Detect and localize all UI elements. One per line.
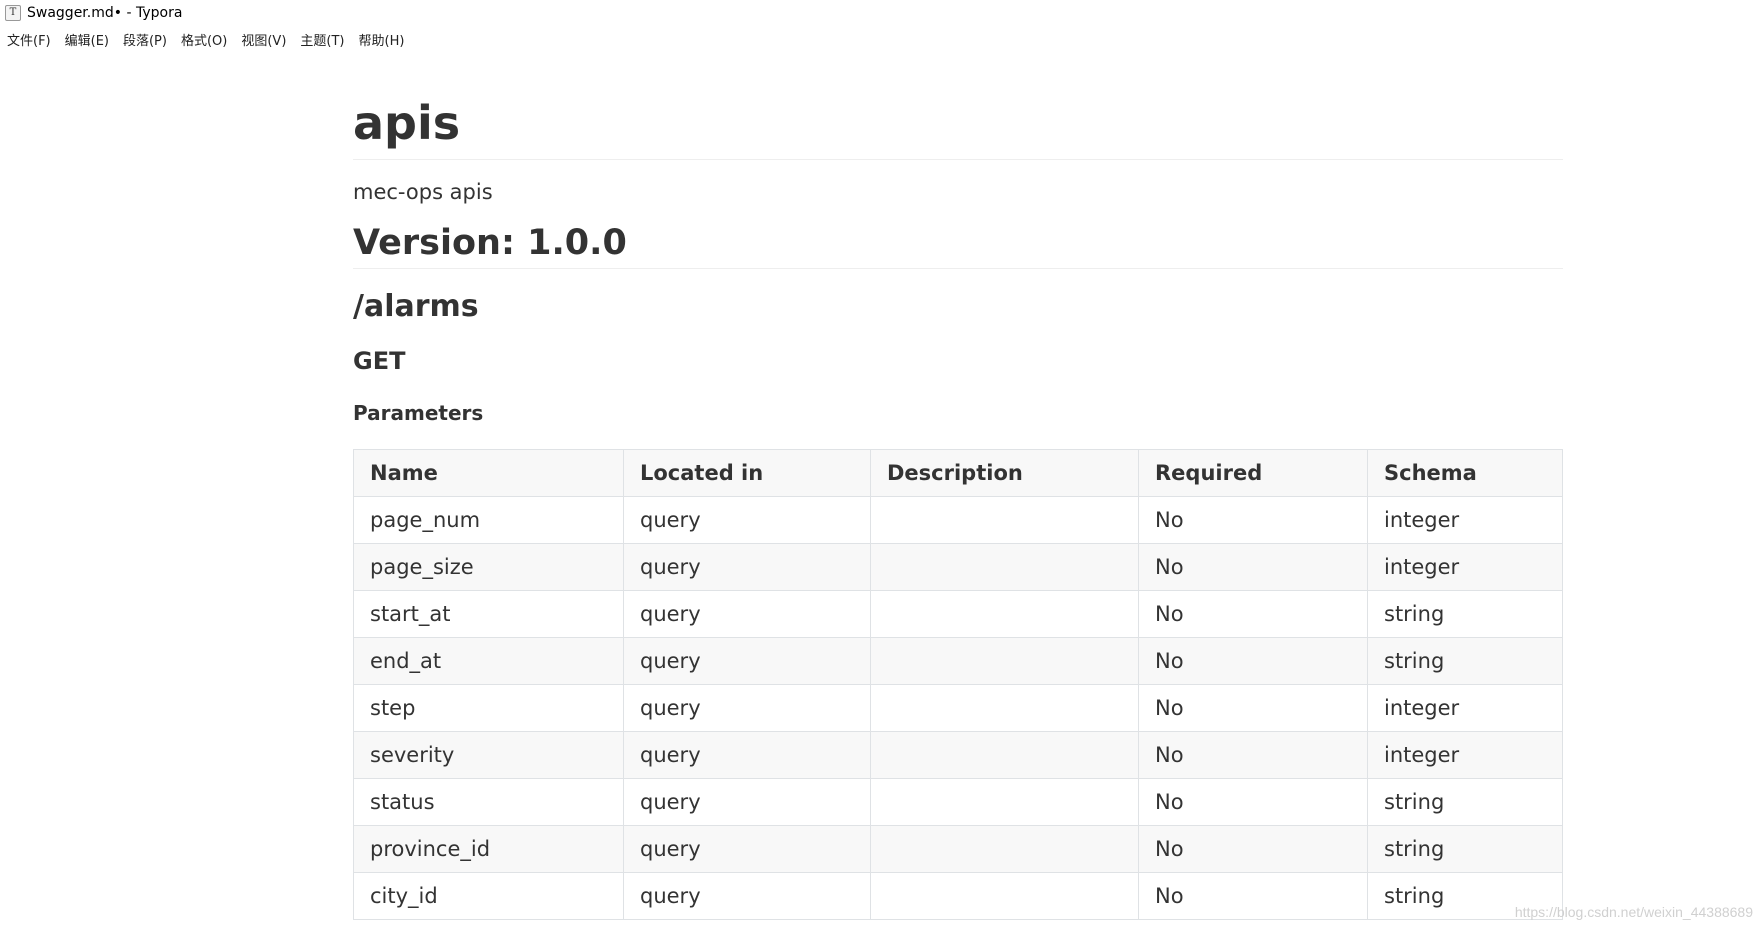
menu-paragraph[interactable]: 段落(P) [116,30,174,49]
cell-schema[interactable]: integer [1367,730,1563,779]
cell-description[interactable] [870,542,1139,591]
title-bar: T Swagger.md• - Typora [0,0,1755,26]
table-row: city_id query No string [353,871,1563,920]
cell-name[interactable]: province_id [353,824,624,873]
header-description[interactable]: Description [870,448,1139,497]
cell-schema[interactable]: string [1367,777,1563,826]
menu-format[interactable]: 格式(O) [174,30,234,49]
menu-theme[interactable]: 主题(T) [293,30,351,49]
table-header-row: Name Located in Description Required Sch… [353,448,1563,497]
cell-schema[interactable]: integer [1367,542,1563,591]
table-row: end_at query No string [353,636,1563,685]
cell-required[interactable]: No [1138,589,1368,638]
cell-description[interactable] [870,636,1139,685]
table-row: province_id query No string [353,824,1563,873]
cell-description[interactable] [870,683,1139,732]
cell-located-in[interactable]: query [623,542,871,591]
cell-required[interactable]: No [1138,824,1368,873]
cell-located-in[interactable]: query [623,824,871,873]
header-schema[interactable]: Schema [1367,448,1563,497]
cell-schema[interactable]: string [1367,589,1563,638]
document-content[interactable]: apis mec-ops apis Version: 1.0.0 /alarms… [353,95,1563,920]
cell-description[interactable] [870,730,1139,779]
cell-required[interactable]: No [1138,636,1368,685]
table-row: status query No string [353,777,1563,826]
cell-schema[interactable]: integer [1367,683,1563,732]
cell-description[interactable] [870,777,1139,826]
document-description: mec-ops apis [353,179,493,204]
menu-view[interactable]: 视图(V) [234,30,293,49]
cell-located-in[interactable]: query [623,871,871,920]
cell-required[interactable]: No [1138,495,1368,544]
menu-bar: 文件(F) 编辑(E) 段落(P) 格式(O) 视图(V) 主题(T) 帮助(H… [0,28,411,50]
cell-description[interactable] [870,589,1139,638]
header-required[interactable]: Required [1138,448,1368,497]
menu-file[interactable]: 文件(F) [0,30,58,49]
cell-name[interactable]: step [353,683,624,732]
table-row: step query No integer [353,683,1563,732]
parameters-heading: Parameters [353,400,484,425]
cell-name[interactable]: end_at [353,636,624,685]
cell-schema[interactable]: integer [1367,495,1563,544]
cell-name[interactable]: status [353,777,624,826]
cell-name[interactable]: city_id [353,871,624,920]
cell-schema[interactable]: string [1367,824,1563,873]
parameters-table: Name Located in Description Required Sch… [353,448,1563,920]
table-row: start_at query No string [353,589,1563,638]
watermark-text: https://blog.csdn.net/weixin_44388689 [1514,904,1753,920]
table-row: page_size query No integer [353,542,1563,591]
cell-located-in[interactable]: query [623,589,871,638]
window-title: Swagger.md• - Typora [27,5,183,21]
document-title: apis [353,95,1563,160]
header-name[interactable]: Name [353,448,624,497]
cell-located-in[interactable]: query [623,683,871,732]
table-row: page_num query No integer [353,495,1563,544]
menu-help[interactable]: 帮助(H) [352,30,412,49]
cell-name[interactable]: page_num [353,495,624,544]
cell-name[interactable]: page_size [353,542,624,591]
typora-app-icon[interactable]: T [5,5,21,21]
cell-schema[interactable]: string [1367,636,1563,685]
method-heading: GET [353,347,406,376]
header-located-in[interactable]: Located in [623,448,871,497]
cell-name[interactable]: start_at [353,589,624,638]
path-heading: /alarms [353,289,479,325]
cell-description[interactable] [870,871,1139,920]
cell-required[interactable]: No [1138,871,1368,920]
cell-name[interactable]: severity [353,730,624,779]
cell-located-in[interactable]: query [623,777,871,826]
cell-required[interactable]: No [1138,777,1368,826]
cell-located-in[interactable]: query [623,636,871,685]
menu-edit[interactable]: 编辑(E) [58,30,116,49]
cell-description[interactable] [870,824,1139,873]
cell-description[interactable] [870,495,1139,544]
table-row: severity query No integer [353,730,1563,779]
cell-located-in[interactable]: query [623,730,871,779]
version-heading: Version: 1.0.0 [353,221,1563,270]
cell-located-in[interactable]: query [623,495,871,544]
cell-required[interactable]: No [1138,542,1368,591]
cell-required[interactable]: No [1138,730,1368,779]
cell-required[interactable]: No [1138,683,1368,732]
